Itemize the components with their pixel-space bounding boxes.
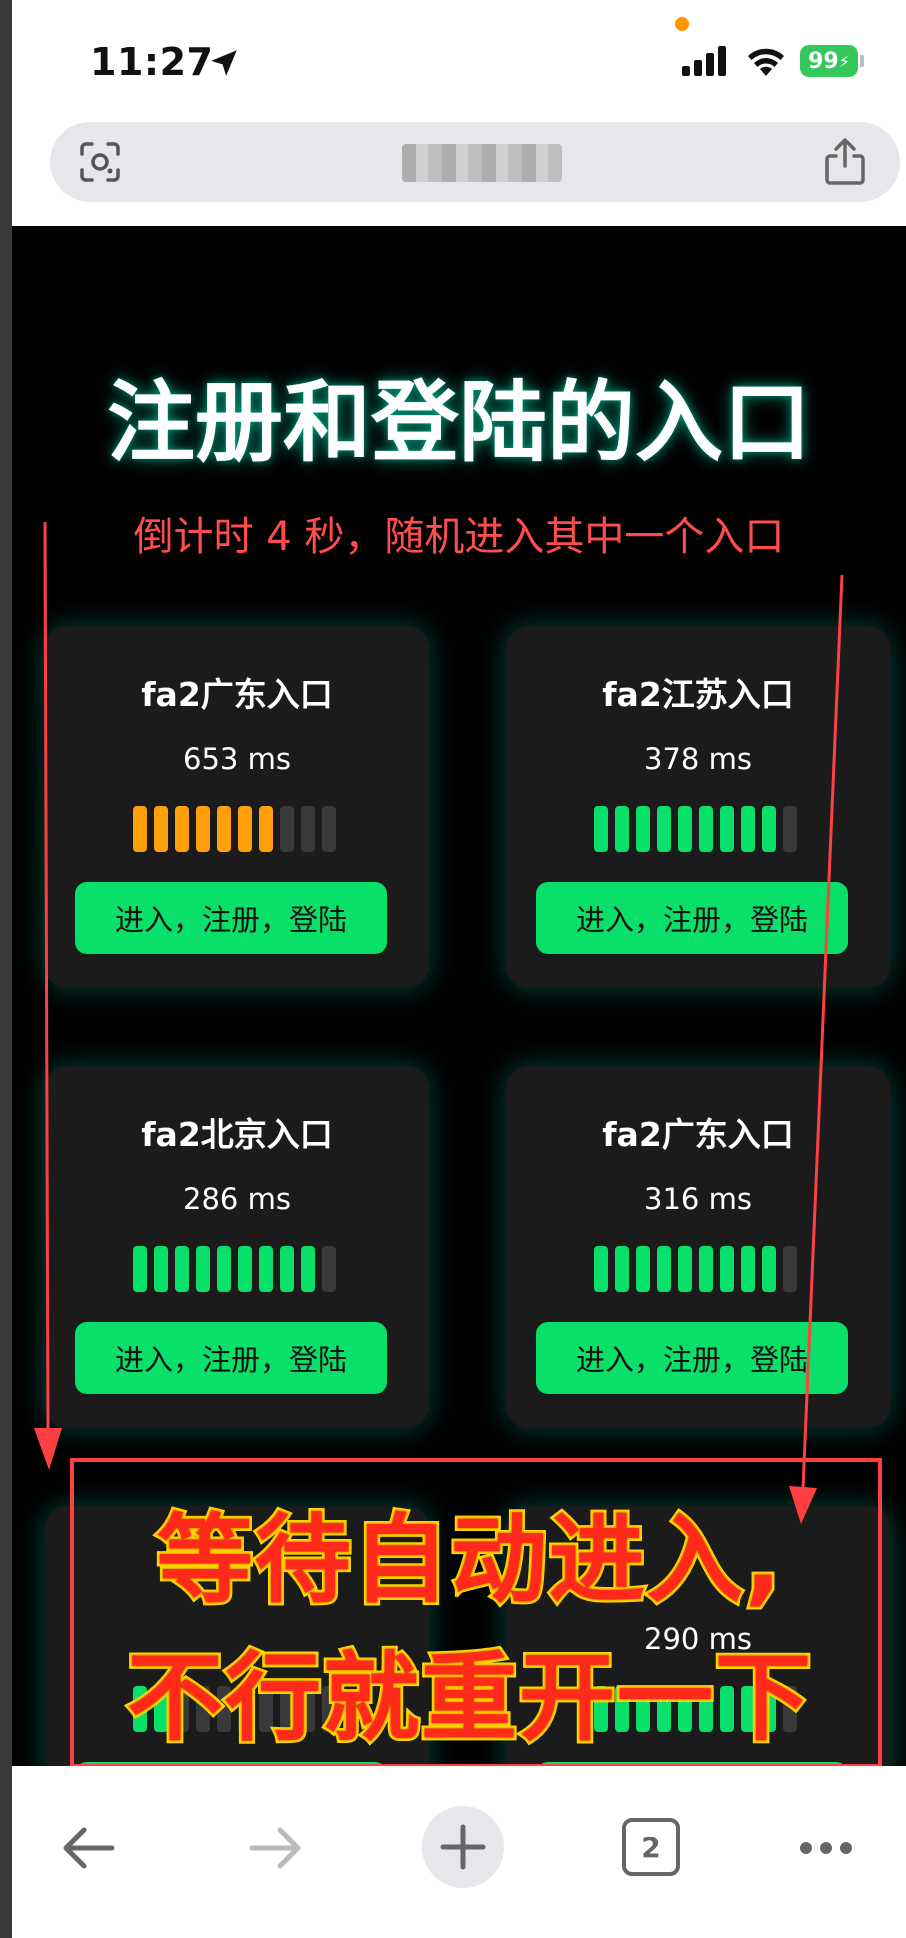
signal-bar-active: [217, 806, 231, 852]
left-edge: [0, 0, 12, 1938]
signal-bar-active: [217, 1246, 231, 1292]
signal-bar-active: [657, 806, 671, 852]
location-arrow-icon: [211, 50, 237, 76]
entry-card: fa2江苏入口 378 ms 进入，注册，登陆: [506, 626, 890, 988]
browser-toolbar: 2: [12, 1766, 906, 1938]
signal-bars: [594, 1246, 800, 1292]
enter-register-login-button[interactable]: 进入，注册，登陆: [75, 882, 387, 954]
tab-count: 2: [641, 1830, 661, 1864]
signal-bar-active: [657, 1246, 671, 1292]
signal-bar-active: [636, 806, 650, 852]
entry-title: fa2广东入口: [602, 1115, 794, 1154]
signal-bars: [133, 1246, 339, 1292]
countdown-text: 倒计时 4 秒，随机进入其中一个入口: [133, 514, 785, 560]
entry-latency: 286 ms: [183, 1182, 291, 1216]
battery-icon: 99 ⚡: [800, 45, 858, 77]
signal-bar-inactive: [322, 1246, 336, 1292]
signal-bar-inactive: [783, 806, 797, 852]
signal-bar-active: [594, 806, 608, 852]
signal-bar-inactive: [783, 1246, 797, 1292]
signal-bar-active: [678, 1246, 692, 1292]
signal-bar-active: [175, 1246, 189, 1292]
tabs-button[interactable]: 2: [622, 1818, 680, 1876]
signal-bar-active: [720, 1246, 734, 1292]
entry-latency: 378 ms: [644, 742, 752, 776]
plus-icon: [440, 1824, 486, 1870]
signal-bar-active: [133, 806, 147, 852]
enter-register-login-button[interactable]: 进入，注册，登陆: [75, 1322, 387, 1394]
signal-bar-active: [133, 1246, 147, 1292]
signal-bars: [594, 806, 800, 852]
page-title: 注册和登陆的入口: [106, 371, 811, 474]
entry-title: fa2广东入口: [141, 675, 333, 714]
signal-bar-active: [678, 806, 692, 852]
wifi-icon: [748, 48, 784, 76]
signal-bar-active: [699, 806, 713, 852]
entry-card: fa2北京入口 286 ms 进入，注册，登陆: [45, 1066, 429, 1428]
enter-register-login-button[interactable]: 进入，注册，登陆: [536, 882, 848, 954]
signal-bar-active: [259, 1246, 273, 1292]
entry-latency: 653 ms: [183, 742, 291, 776]
enter-register-login-button[interactable]: 进入，注册，登陆: [536, 1322, 848, 1394]
signal-bar-active: [741, 806, 755, 852]
forward-icon[interactable]: [244, 1816, 308, 1880]
signal-bar-inactive: [322, 806, 336, 852]
status-time: 11:27: [90, 40, 214, 84]
battery-tip: [860, 55, 864, 67]
annotation-line-2: 不行就重开一下: [124, 1639, 814, 1757]
new-tab-button[interactable]: [422, 1806, 504, 1888]
privacy-indicator-dot: [675, 17, 689, 31]
entry-latency: 316 ms: [644, 1182, 752, 1216]
signal-bar-active: [154, 1246, 168, 1292]
more-icon[interactable]: [794, 1816, 858, 1880]
signal-bar-active: [762, 1246, 776, 1292]
signal-bar-active: [636, 1246, 650, 1292]
share-icon[interactable]: [822, 136, 868, 186]
signal-bar-inactive: [301, 806, 315, 852]
cellular-signal-icon: [682, 46, 728, 76]
entry-title: fa2江苏入口: [602, 675, 794, 714]
signal-bar-active: [741, 1246, 755, 1292]
signal-bar-active: [301, 1246, 315, 1292]
status-bar: 11:27 99 ⚡: [12, 0, 906, 202]
signal-bar-active: [238, 806, 252, 852]
entry-card: fa2广东入口 653 ms 进入，注册，登陆: [45, 626, 429, 988]
signal-bar-active: [196, 1246, 210, 1292]
signal-bar-inactive: [280, 806, 294, 852]
url-text-blurred[interactable]: [402, 144, 562, 182]
signal-bar-active: [594, 1246, 608, 1292]
back-icon[interactable]: [56, 1816, 120, 1880]
signal-bar-active: [615, 1246, 629, 1292]
signal-bar-active: [615, 806, 629, 852]
entry-title: fa2北京入口: [141, 1115, 333, 1154]
signal-bar-active: [699, 1246, 713, 1292]
signal-bar-active: [154, 806, 168, 852]
signal-bar-active: [238, 1246, 252, 1292]
signal-bar-active: [762, 806, 776, 852]
entry-card: fa2广东入口 316 ms 进入，注册，登陆: [506, 1066, 890, 1428]
signal-bar-active: [259, 806, 273, 852]
signal-bar-active: [720, 806, 734, 852]
signal-bars: [133, 806, 339, 852]
signal-bar-active: [196, 806, 210, 852]
signal-bar-active: [175, 806, 189, 852]
camera-lens-icon[interactable]: [78, 140, 122, 184]
signal-bar-active: [280, 1246, 294, 1292]
address-bar[interactable]: [50, 122, 900, 202]
battery-level: 99: [808, 48, 839, 74]
annotation-line-1: 等待自动进入,: [154, 1501, 784, 1619]
